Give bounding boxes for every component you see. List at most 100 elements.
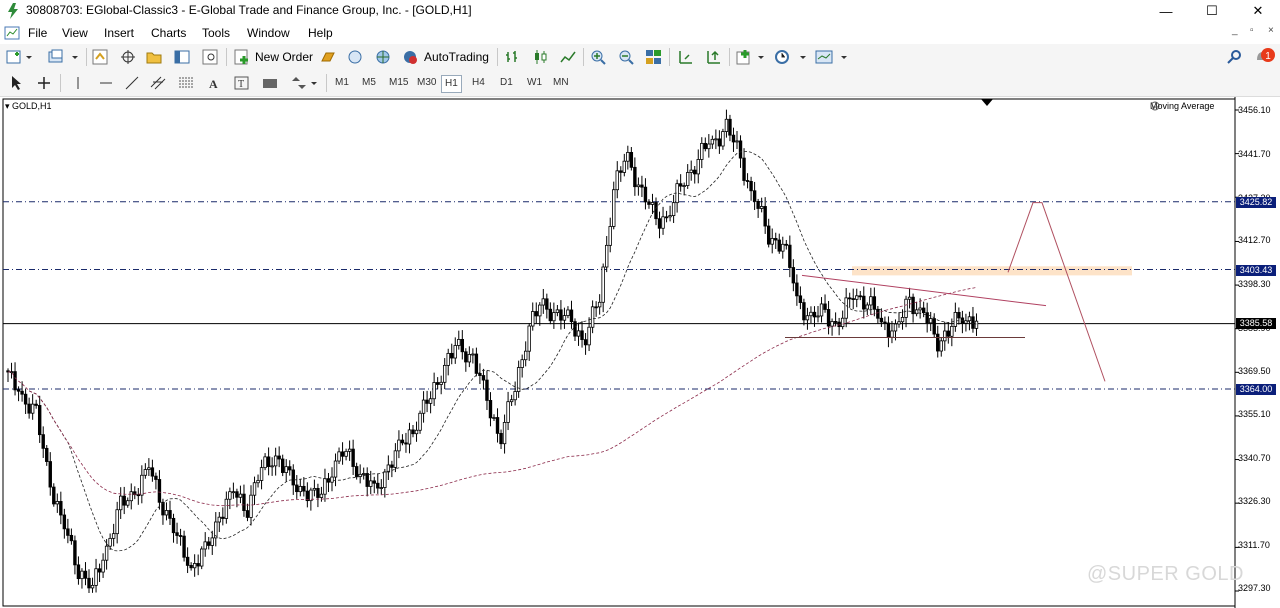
autotrading-button[interactable]: AutoTrading <box>402 47 489 67</box>
mdi-restore-button[interactable]: ▫ <box>1250 25 1254 36</box>
new-chart-button[interactable] <box>6 47 34 67</box>
periods-button[interactable] <box>774 47 808 67</box>
channel-button[interactable] <box>150 73 168 93</box>
candle-body <box>478 372 482 376</box>
market-button[interactable] <box>375 47 393 67</box>
candle-body <box>347 448 352 452</box>
candle-body <box>62 514 67 530</box>
fibonacci-button[interactable] <box>178 73 194 93</box>
notifications-button[interactable]: 1 <box>1254 47 1276 67</box>
menu-window[interactable]: Window <box>247 26 290 40</box>
candle-body <box>238 493 243 498</box>
chart-window[interactable]: ▾ GOLD,H1 Moving Average 3456.10 3441.70… <box>0 97 1280 608</box>
timeframe-m1[interactable]: M1 <box>332 75 352 91</box>
candle-body <box>83 570 88 579</box>
mdi-close-button[interactable]: × <box>1268 25 1274 36</box>
timeframe-m15[interactable]: M15 <box>386 75 411 91</box>
vertical-line-button[interactable] <box>70 73 86 93</box>
candle-body <box>499 432 503 445</box>
candle-body <box>372 480 376 484</box>
notification-bell-icon: 1 <box>1257 48 1275 62</box>
mdi-minimize-button[interactable]: _ <box>1232 25 1238 36</box>
timeframe-h1[interactable]: H1 <box>441 75 462 93</box>
menu-tools[interactable]: Tools <box>202 26 230 40</box>
search-button[interactable] <box>1226 47 1242 67</box>
candle-body <box>819 303 824 317</box>
timeframe-m30[interactable]: M30 <box>414 75 439 91</box>
cursor-tool-button[interactable] <box>8 73 24 93</box>
candlestick-chart-button[interactable] <box>532 47 550 67</box>
strategy-tester-button[interactable] <box>202 47 220 67</box>
candle-body <box>48 461 52 488</box>
timeframe-mn[interactable]: MN <box>550 75 572 91</box>
candle-body <box>953 311 958 327</box>
indicator-settings-icon[interactable] <box>1150 101 1160 111</box>
candle-body <box>118 495 123 511</box>
candle-body <box>890 330 894 338</box>
menu-file[interactable]: File <box>28 26 47 40</box>
terminal-button[interactable] <box>174 47 192 67</box>
candle-body <box>393 450 398 468</box>
autoscroll-button[interactable] <box>705 47 723 67</box>
data-window-button[interactable] <box>120 47 138 67</box>
indicators-button[interactable] <box>736 47 766 67</box>
candle-body <box>369 480 373 487</box>
text-label-button[interactable]: T <box>234 73 250 93</box>
candle-body <box>921 307 926 314</box>
candle-body <box>855 295 859 300</box>
candle-body <box>425 399 429 404</box>
line-chart-button[interactable] <box>560 47 578 67</box>
menu-help[interactable]: Help <box>308 26 333 40</box>
zoom-out-button[interactable] <box>618 47 636 67</box>
candle-body <box>580 330 584 341</box>
candle-body <box>344 450 348 457</box>
horizontal-line-button[interactable] <box>98 73 114 93</box>
menu-insert[interactable]: Insert <box>104 26 134 40</box>
candle-body <box>76 564 81 580</box>
trendline-button[interactable] <box>124 73 140 93</box>
timeframe-d1[interactable]: D1 <box>497 75 516 91</box>
text-tool-button[interactable]: A <box>206 73 222 93</box>
candle-body <box>492 417 496 419</box>
candle-body <box>333 460 338 478</box>
minimize-button[interactable]: — <box>1143 0 1189 22</box>
close-button[interactable]: ✕ <box>1235 0 1280 22</box>
chart-shift-button[interactable] <box>677 47 695 67</box>
price-chart[interactable] <box>0 97 1280 608</box>
maximize-button[interactable]: ☐ <box>1189 0 1235 22</box>
arrows-tool-button[interactable] <box>290 73 320 93</box>
candle-body <box>626 152 630 162</box>
candle-body <box>104 545 109 561</box>
candle-body <box>41 434 45 449</box>
profiles-button[interactable] <box>48 47 80 67</box>
new-order-button[interactable]: New Order <box>234 47 313 67</box>
candle-body <box>728 118 732 136</box>
zoom-in-button[interactable] <box>590 47 608 67</box>
indicator-label[interactable]: Moving Average <box>1150 101 1214 111</box>
timeframe-h4[interactable]: H4 <box>469 75 488 91</box>
menu-charts[interactable]: Charts <box>151 26 186 40</box>
candle-body <box>196 563 200 567</box>
axis-price: 3355.10 <box>1238 409 1271 419</box>
candle-body <box>288 466 292 471</box>
templates-button[interactable] <box>815 47 849 67</box>
signals-button[interactable] <box>347 47 365 67</box>
rectangle-tool-button[interactable] <box>262 73 278 93</box>
candle-body <box>245 510 250 518</box>
candle-body <box>615 170 619 191</box>
menu-view[interactable]: View <box>62 26 88 40</box>
navigator-button[interactable] <box>146 47 164 67</box>
bar-chart-button[interactable] <box>504 47 522 67</box>
timeframe-m5[interactable]: M5 <box>359 75 379 91</box>
candle-body <box>428 398 433 404</box>
candle-body <box>481 375 486 381</box>
gold-button[interactable] <box>320 47 338 67</box>
market-watch-button[interactable] <box>92 47 110 67</box>
candle-body <box>700 142 704 160</box>
crosshair-tool-button[interactable] <box>36 73 52 93</box>
candle-body <box>298 485 303 493</box>
tile-windows-button[interactable] <box>645 47 663 67</box>
candle-body <box>788 244 792 268</box>
timeframe-w1[interactable]: W1 <box>524 75 545 91</box>
candle-body <box>397 439 401 452</box>
